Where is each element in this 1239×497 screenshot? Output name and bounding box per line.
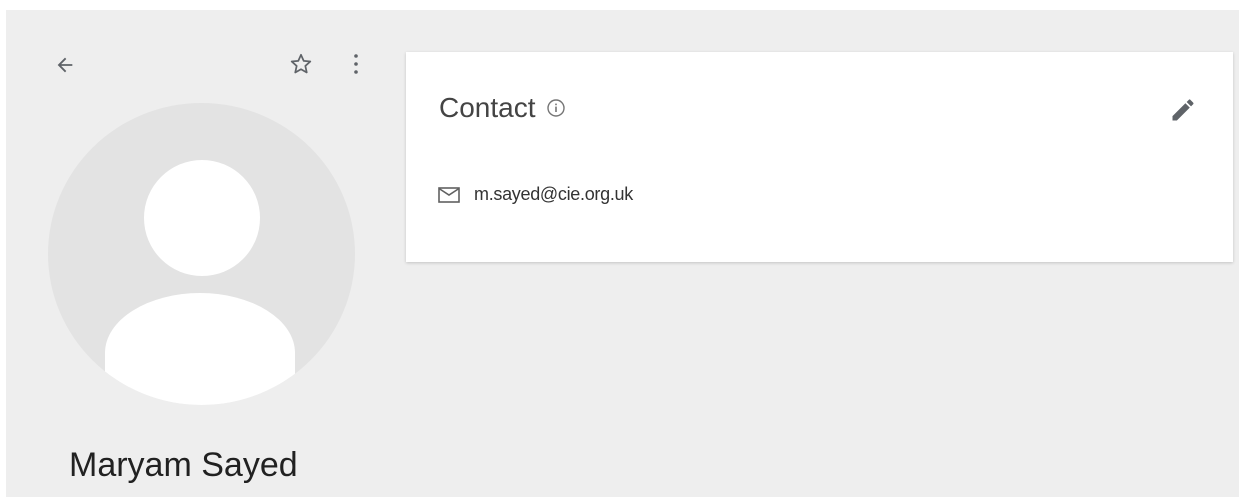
star-button[interactable] <box>285 48 317 80</box>
arrow-back-icon <box>57 57 73 73</box>
email-address[interactable]: m.sayed@cie.org.uk <box>474 184 633 205</box>
contact-card: Contact m.sayed@cie.org.uk <box>406 52 1233 262</box>
avatar-body-shape <box>105 293 295 405</box>
back-button[interactable] <box>50 50 80 80</box>
contact-detail-view: Maryam Sayed Contact m.sayed@cie.org.uk <box>6 10 1239 497</box>
star-outline-icon <box>290 53 312 74</box>
more-vert-icon <box>354 54 358 74</box>
email-row[interactable]: m.sayed@cie.org.uk <box>438 184 633 205</box>
avatar-head-shape <box>144 160 260 276</box>
mail-icon <box>438 186 460 203</box>
contact-name: Maryam Sayed <box>69 446 298 484</box>
pencil-icon <box>1172 99 1194 121</box>
edit-button[interactable] <box>1163 92 1203 128</box>
contact-section-title: Contact <box>439 92 536 123</box>
info-icon[interactable] <box>546 98 566 118</box>
avatar <box>48 103 355 405</box>
contact-section-header: Contact <box>439 92 566 124</box>
more-options-button[interactable] <box>344 48 368 80</box>
